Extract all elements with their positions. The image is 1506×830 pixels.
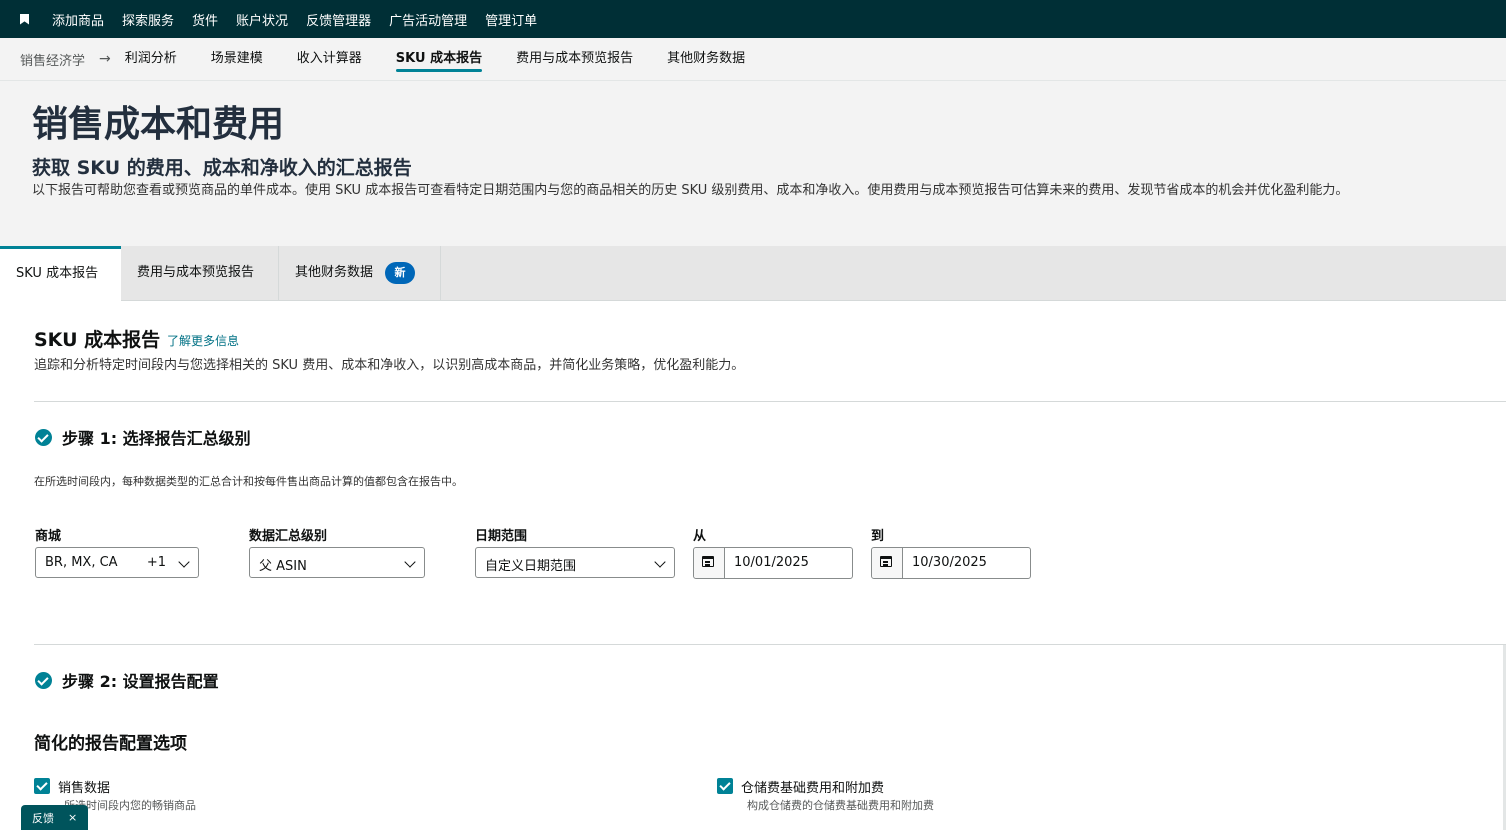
divider: [34, 401, 1506, 402]
top-navigation-bar: 添加商品 探索服务 货件 账户状况 反馈管理器 广告活动管理 管理订单: [0, 0, 1506, 38]
sales-data-checkbox[interactable]: [34, 778, 50, 794]
chevron-down-icon: [178, 556, 190, 568]
page-subtitle: 获取 SKU 的费用、成本和净收入的汇总报告: [32, 157, 412, 179]
to-label: 到: [871, 529, 885, 544]
storage-fee-checkbox[interactable]: [717, 778, 733, 794]
tab-label: 其他财务数据: [295, 265, 374, 280]
step-2-title: 步骤 2: 设置报告配置: [62, 672, 219, 691]
to-date-input[interactable]: 10/30/2025: [871, 547, 1031, 579]
aggregation-value: 父 ASIN: [259, 559, 307, 574]
storage-fee-sub: 构成仓储费的仓储费基础费用和附加费: [747, 799, 934, 812]
date-range-value: 自定义日期范围: [485, 559, 577, 574]
new-badge: 新: [385, 261, 416, 284]
divider: [34, 644, 1506, 645]
bookmark-icon[interactable]: [20, 13, 29, 25]
from-label: 从: [693, 529, 707, 544]
subnav-profit-analysis[interactable]: 利润分析: [125, 38, 177, 80]
breadcrumb-sales-economics[interactable]: 销售经济学: [20, 50, 85, 69]
feedback-button[interactable]: 反馈 ×: [21, 805, 88, 830]
sales-data-label: 销售数据: [58, 781, 111, 796]
page-header: 销售成本和费用 获取 SKU 的费用、成本和净收入的汇总报告 以下报告可帮助您查…: [0, 81, 1506, 246]
section-title: SKU 成本报告: [34, 329, 161, 351]
calendar-icon: [880, 556, 892, 567]
tab-sku-cost-report[interactable]: SKU 成本报告: [0, 246, 121, 301]
nav-feedback-manager[interactable]: 反馈管理器: [306, 10, 371, 29]
section-description: 追踪和分析特定时间段内与您选择相关的 SKU 费用、成本和净收入，以识别高成本商…: [34, 358, 745, 373]
subnav-fee-cost-preview[interactable]: 费用与成本预览报告: [516, 38, 633, 80]
step-2-header: 步骤 2: 设置报告配置: [35, 668, 219, 692]
to-date-value: 10/30/2025: [912, 555, 987, 570]
check-circle-icon: [35, 428, 52, 446]
page-description: 以下报告可帮助您查看或预览商品的单件成本。使用 SKU 成本报告可查看特定日期范…: [32, 183, 1349, 198]
date-range-select[interactable]: 自定义日期范围: [475, 547, 675, 578]
subnav-scenario-modeling[interactable]: 场景建模: [211, 38, 263, 80]
tab-fee-cost-preview[interactable]: 费用与成本预览报告: [121, 246, 279, 300]
storage-fee-label: 仓储费基础费用和附加费: [741, 781, 885, 796]
subnav-sku-cost-report[interactable]: SKU 成本报告: [395, 38, 483, 80]
report-tabs: SKU 成本报告 费用与成本预览报告 其他财务数据新: [0, 246, 1506, 301]
nav-account-health[interactable]: 账户状况: [236, 10, 288, 29]
config-options-title: 简化的报告配置选项: [34, 734, 187, 754]
aggregation-label: 数据汇总级别: [249, 529, 328, 544]
marketplace-label: 商城: [35, 529, 62, 544]
subnav-other-financial-data[interactable]: 其他财务数据: [667, 38, 745, 80]
sub-navigation-bar: 销售经济学 → 利润分析 场景建模 收入计算器 SKU 成本报告 费用与成本预览…: [0, 38, 1506, 81]
step-1-title: 步骤 1: 选择报告汇总级别: [62, 429, 251, 448]
calendar-button[interactable]: [872, 548, 903, 578]
from-date-input[interactable]: 10/01/2025: [693, 547, 853, 579]
marketplace-select[interactable]: BR, MX, CA +1: [35, 547, 199, 578]
nav-explore-services[interactable]: 探索服务: [122, 10, 174, 29]
chevron-down-icon: [404, 556, 416, 568]
nav-manage-orders[interactable]: 管理订单: [485, 10, 537, 29]
aggregation-select[interactable]: 父 ASIN: [249, 547, 425, 578]
calendar-icon: [702, 556, 714, 567]
nav-add-product[interactable]: 添加商品: [52, 10, 104, 29]
nav-shipments[interactable]: 货件: [192, 10, 218, 29]
marketplace-value: BR, MX, CA: [45, 555, 118, 570]
subnav-revenue-calculator[interactable]: 收入计算器: [297, 38, 362, 80]
learn-more-link[interactable]: 了解更多信息: [167, 332, 239, 349]
page-title: 销售成本和费用: [32, 104, 285, 145]
chevron-down-icon: [654, 556, 666, 568]
from-date-value: 10/01/2025: [734, 555, 809, 570]
calendar-button[interactable]: [694, 548, 725, 578]
close-icon[interactable]: ×: [68, 811, 77, 824]
feedback-label: 反馈: [32, 811, 54, 825]
step-1-header: 步骤 1: 选择报告汇总级别: [35, 425, 251, 449]
date-range-label: 日期范围: [475, 529, 528, 544]
nav-ad-campaign-manager[interactable]: 广告活动管理: [389, 10, 467, 29]
marketplace-extra-count: +1: [146, 555, 166, 570]
tab-other-financial-data[interactable]: 其他财务数据新: [279, 246, 441, 300]
step-1-description: 在所选时间段内，每种数据类型的汇总合计和按每件售出商品计算的值都包含在报告中。: [34, 475, 463, 488]
arrow-right-icon: →: [99, 51, 111, 67]
check-circle-icon: [35, 671, 52, 689]
